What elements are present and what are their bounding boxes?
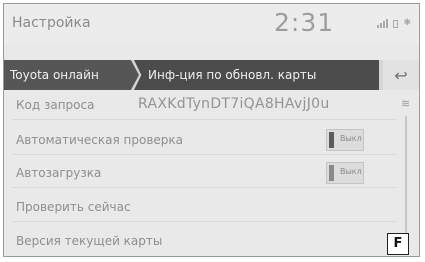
page-title: Настройка (12, 15, 91, 31)
divider (12, 119, 397, 120)
request-code-value: RAXKdTynDT7iQA8HAvjJ0u (138, 96, 330, 112)
clock: 2:31 (274, 8, 335, 37)
divider (12, 154, 397, 155)
back-button[interactable]: ↩ (383, 60, 419, 90)
divider (12, 221, 397, 222)
check-now-row[interactable]: Проверить сейчас (4, 192, 399, 222)
settings-screen: Настройка 2:31 ✱ Toyota онлайн Инф-ция п… (3, 3, 420, 257)
scroll-up-icon[interactable]: ≋ (401, 97, 410, 110)
check-now-label: Проверить сейчас (16, 200, 131, 214)
header: Настройка 2:31 ✱ (4, 4, 419, 44)
auto-check-row[interactable]: Автоматическая проверка Выкл (4, 125, 399, 155)
breadcrumb-toyota-online[interactable]: Toyota онлайн (4, 60, 139, 90)
map-version-row[interactable]: Версия текущей карты (4, 226, 399, 256)
auto-check-toggle[interactable]: Выкл (326, 129, 364, 151)
back-arrow-icon: ↩ (394, 65, 408, 85)
auto-check-label: Автоматическая проверка (16, 133, 183, 147)
gear-icon: ✱ (403, 18, 411, 28)
request-code-row: Код запроса RAXKdTynDT7iQA8HAvjJ0u (4, 90, 399, 120)
map-version-label: Версия текущей карты (16, 234, 163, 248)
auto-download-row[interactable]: Автозагрузка Выкл (4, 158, 399, 188)
toggle-indicator (329, 165, 334, 181)
figure-label: F (387, 233, 409, 255)
breadcrumb-map-update-info: Инф-ция по обновл. карты (134, 60, 379, 90)
phone-icon (393, 20, 399, 28)
breadcrumb: Toyota онлайн Инф-ция по обновл. карты ↩ (4, 60, 419, 90)
auto-download-toggle[interactable]: Выкл (326, 162, 364, 184)
signal-icon (377, 19, 389, 28)
status-icons: ✱ (377, 19, 411, 28)
scrollbar[interactable] (405, 116, 407, 246)
divider (12, 187, 397, 188)
toggle-state: Выкл (340, 167, 362, 176)
toggle-state: Выкл (340, 134, 362, 143)
auto-download-label: Автозагрузка (16, 166, 102, 180)
toggle-indicator (329, 132, 334, 148)
request-code-label: Код запроса (16, 98, 95, 112)
